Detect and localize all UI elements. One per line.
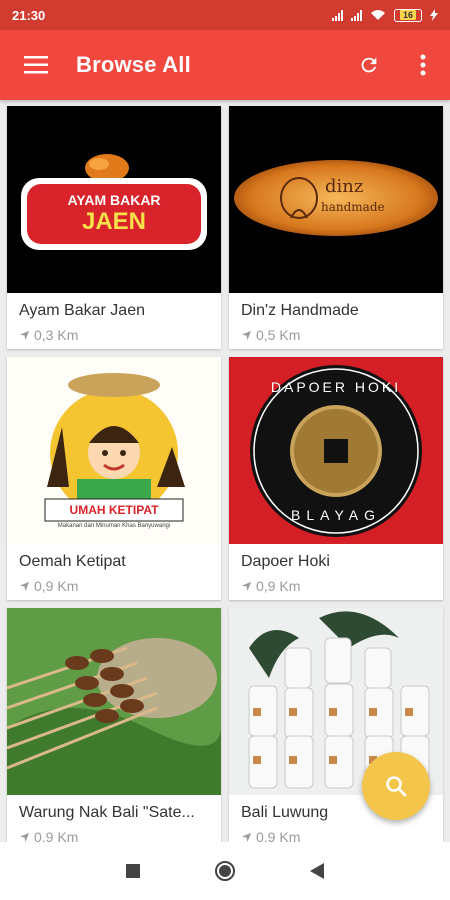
store-distance: 0,5 Km (229, 320, 443, 343)
store-card[interactable]: Warung Nak Bali "Sate... 0,9 Km (7, 608, 221, 851)
logo-text: AYAM BAKAR (67, 192, 161, 208)
back-triangle-icon (310, 863, 324, 879)
logo-text: UMAH KETIPAT (69, 503, 159, 517)
distance-text: 0,9 Km (34, 578, 79, 594)
navigation-arrow-icon (241, 581, 252, 591)
wifi-icon (371, 10, 385, 20)
circle-icon (215, 861, 235, 881)
page-title: Browse All (76, 52, 191, 77)
store-card[interactable]: DAPOER HOKI BLAYAG Dapoer Hoki 0,9 Km (229, 357, 443, 600)
signal-icon (332, 9, 343, 21)
system-nav-bar (0, 842, 450, 900)
more-vert-icon (420, 54, 426, 76)
store-distance: 0,9 Km (7, 571, 221, 594)
distance-text: 0,5 Km (256, 327, 301, 343)
square-icon (126, 864, 140, 878)
search-icon (386, 776, 407, 797)
store-name: Din'z Handmade (241, 302, 359, 319)
charging-icon (430, 9, 438, 21)
status-bar: 21:30 16 (0, 0, 450, 30)
store-name: Dapoer Hoki (241, 553, 330, 570)
store-name: Warung Nak Bali "Sate... (19, 804, 195, 821)
store-image: dinz handmade (229, 106, 443, 293)
logo-text: dinz (325, 176, 364, 197)
menu-button[interactable] (0, 30, 72, 100)
store-card[interactable]: dinz handmade Din'z Handmade 0,5 Km (229, 106, 443, 349)
store-name: Oemah Ketipat (19, 553, 126, 570)
store-distance: 0,3 Km (7, 320, 221, 343)
home-button[interactable] (210, 856, 240, 886)
refresh-icon (361, 57, 377, 73)
distance-text: 0,9 Km (256, 578, 301, 594)
battery-icon: 16 (394, 8, 422, 22)
store-image (7, 608, 221, 795)
more-button[interactable] (396, 30, 450, 100)
logo-text: BLAYAG (291, 507, 381, 523)
battery-level: 16 (399, 10, 416, 20)
store-image: DAPOER HOKI BLAYAG (229, 357, 443, 544)
store-image: AYAM BAKAR JAEN (7, 106, 221, 293)
store-grid: AYAM BAKAR JAEN Ayam Bakar Jaen 0,3 Km d… (7, 106, 443, 851)
navigation-arrow-icon (19, 581, 30, 591)
distance-text: 0,3 Km (34, 327, 79, 343)
signal-icon (351, 9, 362, 21)
recents-button[interactable] (118, 856, 148, 886)
status-icons: 16 (332, 8, 438, 22)
search-fab-button[interactable] (362, 752, 430, 820)
store-image: UMAH KETIPAT Makanan dan Minuman Khas Ba… (7, 357, 221, 544)
navigation-arrow-icon (19, 330, 30, 340)
hamburger-icon (24, 56, 48, 74)
store-card[interactable]: UMAH KETIPAT Makanan dan Minuman Khas Ba… (7, 357, 221, 600)
logo-text: DAPOER HOKI (270, 379, 402, 395)
navigation-arrow-icon (241, 330, 252, 340)
status-time: 21:30 (12, 7, 46, 23)
navigation-arrow-icon (19, 832, 30, 842)
store-card[interactable]: AYAM BAKAR JAEN Ayam Bakar Jaen 0,3 Km (7, 106, 221, 349)
logo-text: handmade (321, 200, 385, 214)
app-bar: Browse All (0, 30, 450, 100)
store-distance: 0,9 Km (229, 571, 443, 594)
back-button[interactable] (302, 856, 332, 886)
logo-text: JAEN (81, 208, 147, 235)
store-name: Ayam Bakar Jaen (19, 302, 145, 319)
logo-subtext: Makanan dan Minuman Khas Banyuwangi (57, 523, 171, 529)
navigation-arrow-icon (241, 832, 252, 842)
refresh-button[interactable] (342, 30, 396, 100)
